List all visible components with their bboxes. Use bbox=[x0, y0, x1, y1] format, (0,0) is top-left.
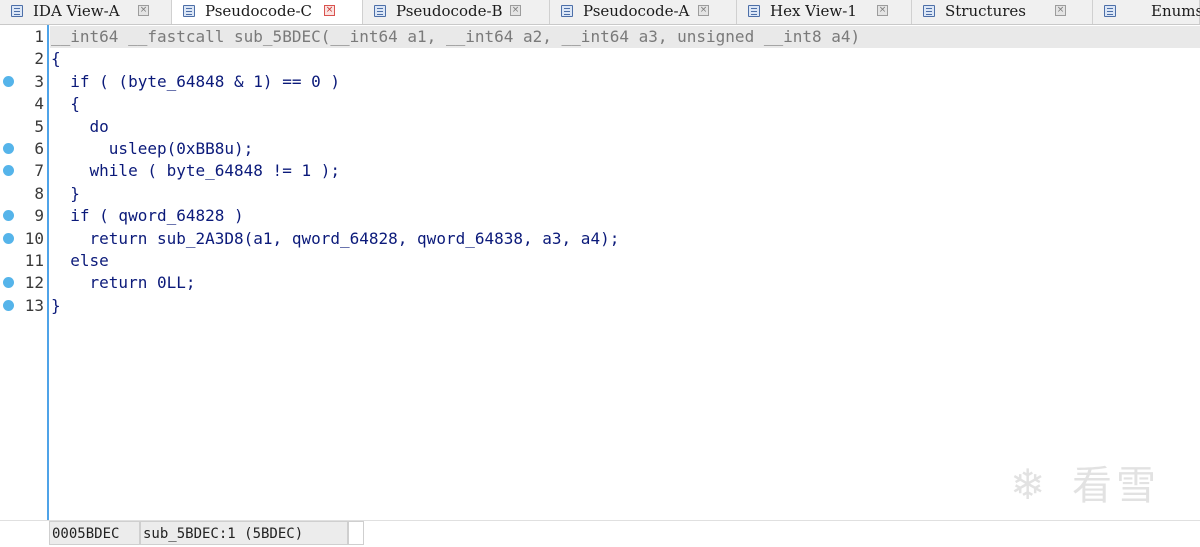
tab-close-icon[interactable]: × bbox=[1055, 5, 1066, 16]
view-icon bbox=[183, 5, 195, 17]
tab-label: Pseudocode-A bbox=[583, 2, 690, 20]
code-line[interactable]: 5 do bbox=[0, 116, 1200, 138]
code-text[interactable]: return 0LL; bbox=[51, 272, 196, 294]
code-line[interactable]: 12 return 0LL; bbox=[0, 272, 1200, 294]
code-text[interactable]: } bbox=[51, 183, 80, 205]
code-text[interactable]: { bbox=[51, 93, 80, 115]
view-icon bbox=[11, 5, 23, 17]
line-number: 5 bbox=[34, 117, 44, 136]
breakpoint-dot-icon[interactable] bbox=[3, 76, 14, 87]
code-text[interactable]: usleep(0xBB8u); bbox=[51, 138, 254, 160]
kanxue-watermark: ❄ 看雪 bbox=[1010, 460, 1180, 510]
line-number: 9 bbox=[34, 206, 44, 225]
tab-label: Pseudocode-C bbox=[205, 2, 313, 20]
tab-close-icon[interactable]: × bbox=[510, 5, 521, 16]
code-text[interactable]: while ( byte_64848 != 1 ); bbox=[51, 160, 340, 182]
code-line[interactable]: 9 if ( qword_64828 ) bbox=[0, 205, 1200, 227]
code-line[interactable]: 10 return sub_2A3D8(a1, qword_64828, qwo… bbox=[0, 228, 1200, 250]
tab-close-icon[interactable]: × bbox=[698, 5, 709, 16]
tab-label: Structures bbox=[945, 2, 1026, 20]
view-icon bbox=[1104, 5, 1116, 17]
breakpoint-dot-icon[interactable] bbox=[3, 300, 14, 311]
tab-label: Enums bbox=[1151, 2, 1200, 20]
line-number: 1 bbox=[34, 27, 44, 46]
view-icon bbox=[923, 5, 935, 17]
breakpoint-dot-icon[interactable] bbox=[3, 165, 14, 176]
code-text[interactable]: } bbox=[51, 295, 61, 317]
code-text[interactable]: if ( (byte_64848 & 1) == 0 ) bbox=[51, 71, 340, 93]
status-left-pad bbox=[0, 521, 49, 547]
line-number: 12 bbox=[24, 273, 44, 292]
code-line[interactable]: 8 } bbox=[0, 183, 1200, 205]
tab-label: Pseudocode-B bbox=[396, 2, 503, 20]
view-icon bbox=[374, 5, 386, 17]
status-bar: 0005BDEC sub_5BDEC:1 (5BDEC) bbox=[0, 520, 1200, 547]
line-number: 7 bbox=[34, 161, 44, 180]
breakpoint-dot-icon[interactable] bbox=[3, 277, 14, 288]
line-number: 8 bbox=[34, 184, 44, 203]
line-number: 13 bbox=[24, 296, 44, 315]
tab-label: Hex View-1 bbox=[770, 2, 857, 20]
code-line[interactable]: 7 while ( byte_64848 != 1 ); bbox=[0, 160, 1200, 182]
tab-label: IDA View-A bbox=[33, 2, 120, 20]
watermark-text: 看雪 bbox=[1072, 463, 1160, 509]
line-number: 4 bbox=[34, 94, 44, 113]
breakpoint-dot-icon[interactable] bbox=[3, 210, 14, 221]
code-line[interactable]: 3 if ( (byte_64848 & 1) == 0 ) bbox=[0, 71, 1200, 93]
tab-pseudocode-a[interactable]: Pseudocode-A × bbox=[550, 0, 737, 24]
tab-ida-view-a[interactable]: IDA View-A × bbox=[0, 0, 172, 24]
tab-close-icon[interactable]: × bbox=[877, 5, 888, 16]
tab-close-icon[interactable]: × bbox=[138, 5, 149, 16]
code-line[interactable]: 1 __int64 __fastcall sub_5BDEC(__int64 a1… bbox=[0, 26, 1200, 48]
status-spacer bbox=[348, 521, 364, 545]
tab-enums[interactable]: Enums bbox=[1093, 0, 1200, 24]
line-number: 6 bbox=[34, 139, 44, 158]
status-address: 0005BDEC bbox=[49, 521, 140, 545]
tab-bar: IDA View-A × Pseudocode-C × Pseudocode-B × Pse… bbox=[0, 0, 1200, 25]
line-number: 10 bbox=[24, 229, 44, 248]
code-line[interactable]: 6 usleep(0xBB8u); bbox=[0, 138, 1200, 160]
code-text[interactable]: if ( qword_64828 ) bbox=[51, 205, 243, 227]
snowflake-icon: ❄ bbox=[1010, 460, 1046, 509]
tab-close-icon[interactable]: × bbox=[324, 5, 335, 16]
code-line[interactable]: 11 else bbox=[0, 250, 1200, 272]
code-line[interactable]: 2{ bbox=[0, 48, 1200, 70]
tab-hex-view-1[interactable]: Hex View-1 × bbox=[737, 0, 912, 24]
breakpoint-dot-icon[interactable] bbox=[3, 143, 14, 154]
code-line[interactable]: 4 { bbox=[0, 93, 1200, 115]
code-line[interactable]: 13} bbox=[0, 295, 1200, 317]
line-number: 11 bbox=[24, 251, 44, 270]
tab-pseudocode-b[interactable]: Pseudocode-B × bbox=[363, 0, 550, 24]
code-text[interactable]: return sub_2A3D8(a1, qword_64828, qword_… bbox=[51, 228, 620, 250]
tab-structures[interactable]: Structures × bbox=[912, 0, 1093, 24]
status-location: sub_5BDEC:1 (5BDEC) bbox=[140, 521, 348, 545]
line-number: 3 bbox=[34, 72, 44, 91]
code-text[interactable]: else bbox=[51, 250, 109, 272]
breakpoint-dot-icon[interactable] bbox=[3, 233, 14, 244]
code-text[interactable]: __int64 __fastcall sub_5BDEC(__int64 a1,… bbox=[51, 26, 860, 48]
view-icon bbox=[748, 5, 760, 17]
tab-pseudocode-c[interactable]: Pseudocode-C × bbox=[172, 0, 363, 24]
view-icon bbox=[561, 5, 573, 17]
line-number: 2 bbox=[34, 49, 44, 68]
code-text[interactable]: do bbox=[51, 116, 109, 138]
code-text[interactable]: { bbox=[51, 48, 61, 70]
